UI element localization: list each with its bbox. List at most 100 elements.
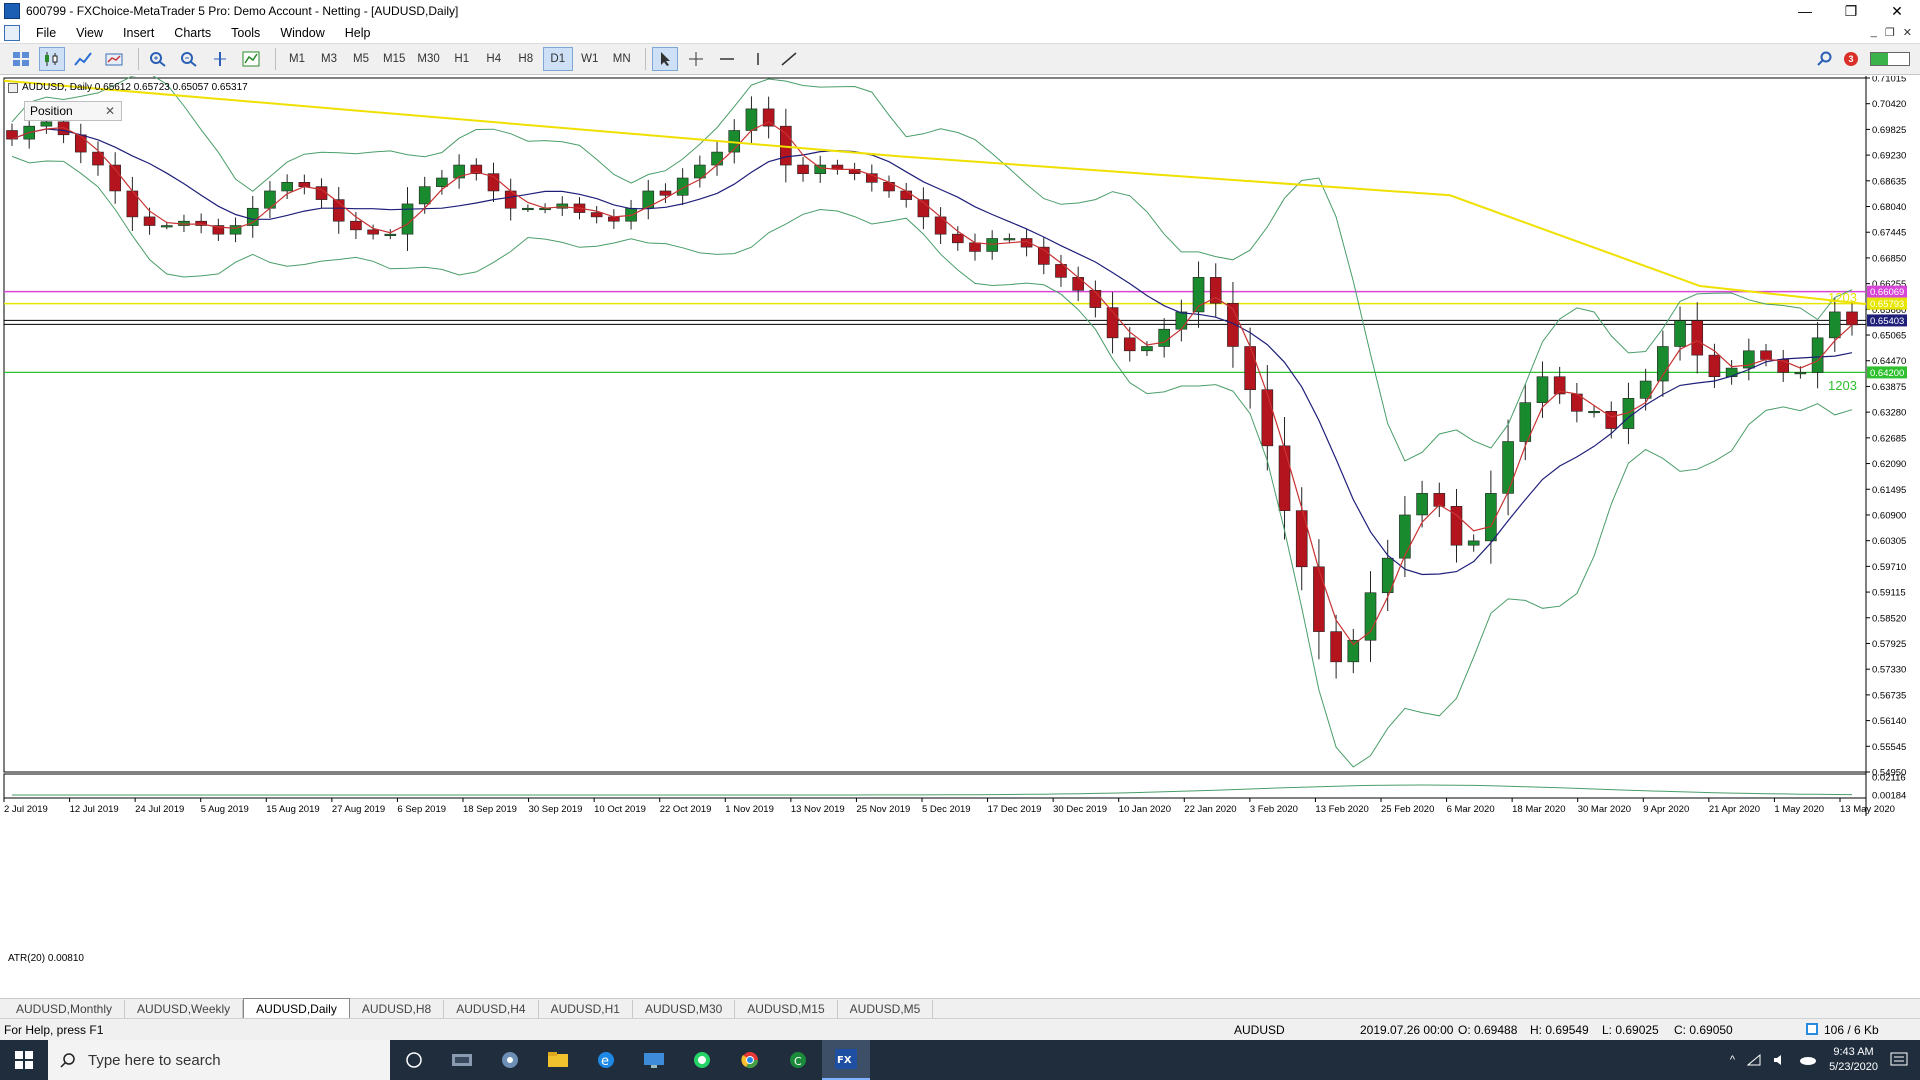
timeframe-h1[interactable]: H1 bbox=[447, 47, 477, 71]
candle-body[interactable] bbox=[418, 186, 431, 205]
close-button[interactable]: ✕ bbox=[1874, 0, 1920, 22]
timeframe-m3[interactable]: M3 bbox=[314, 47, 344, 71]
candle-body[interactable] bbox=[1364, 592, 1377, 641]
edge-browser-icon[interactable]: e bbox=[582, 1040, 630, 1080]
candle-body[interactable] bbox=[711, 151, 723, 166]
vertical-line-icon[interactable] bbox=[745, 47, 771, 71]
candle-body[interactable] bbox=[367, 229, 379, 235]
zoom-in-icon[interactable] bbox=[145, 47, 171, 71]
candle-body[interactable] bbox=[74, 134, 87, 153]
candle-body[interactable] bbox=[1846, 311, 1858, 326]
candle-body[interactable] bbox=[659, 190, 672, 196]
taskbar-search[interactable]: Type here to search bbox=[48, 1040, 390, 1080]
tab-audusd-h4[interactable]: AUDUSD,H4 bbox=[444, 1000, 539, 1018]
timeframe-m1[interactable]: M1 bbox=[282, 47, 312, 71]
candle-body[interactable] bbox=[1725, 367, 1738, 378]
tab-audusd-h1[interactable]: AUDUSD,H1 bbox=[539, 1000, 633, 1018]
candle-body[interactable] bbox=[1278, 445, 1291, 511]
close-panel-icon[interactable]: ✕ bbox=[105, 104, 115, 118]
trendline-icon[interactable] bbox=[776, 47, 802, 71]
candle-body[interactable] bbox=[900, 190, 913, 200]
tab-audusd-daily[interactable]: AUDUSD,Daily bbox=[243, 998, 350, 1018]
fxchoice-app-icon[interactable]: FX bbox=[822, 1040, 870, 1080]
task-view-icon[interactable] bbox=[390, 1040, 438, 1080]
menu-view[interactable]: View bbox=[66, 26, 113, 40]
notifications-badge[interactable]: 3 bbox=[1844, 52, 1858, 66]
candle-body[interactable] bbox=[1674, 320, 1686, 347]
candle-body[interactable] bbox=[1244, 346, 1256, 390]
minimize-button[interactable]: — bbox=[1782, 0, 1828, 22]
candle-body[interactable] bbox=[1588, 410, 1600, 414]
candle-body[interactable] bbox=[1072, 277, 1084, 291]
file-explorer-icon[interactable] bbox=[534, 1040, 582, 1080]
menu-help[interactable]: Help bbox=[335, 26, 381, 40]
menu-window[interactable]: Window bbox=[270, 26, 334, 40]
menu-file[interactable]: File bbox=[26, 26, 66, 40]
timeframe-mn[interactable]: MN bbox=[607, 47, 637, 71]
restore-button[interactable]: ❐ bbox=[1828, 0, 1874, 22]
candle-body[interactable] bbox=[143, 216, 156, 226]
candle-body[interactable] bbox=[814, 164, 827, 174]
candle-body[interactable] bbox=[1399, 514, 1411, 559]
candle-body[interactable] bbox=[1123, 337, 1136, 352]
timeframe-m5[interactable]: M5 bbox=[346, 47, 376, 71]
notification-center-icon[interactable] bbox=[1890, 1052, 1908, 1068]
menu-insert[interactable]: Insert bbox=[113, 26, 164, 40]
menu-charts[interactable]: Charts bbox=[164, 26, 221, 40]
candle-body[interactable] bbox=[1089, 290, 1102, 308]
line-chart-icon[interactable] bbox=[70, 47, 96, 71]
chart-window-icon[interactable] bbox=[4, 24, 20, 41]
chevron-up-icon[interactable]: ^ bbox=[1730, 1054, 1735, 1066]
windows-start-icon[interactable] bbox=[0, 1040, 48, 1080]
candlestick-chart-icon[interactable] bbox=[39, 47, 65, 71]
candle-body[interactable] bbox=[281, 182, 293, 192]
tab-audusd-m5[interactable]: AUDUSD,M5 bbox=[838, 1000, 934, 1018]
chart-menu-icon[interactable] bbox=[8, 82, 18, 93]
candle-body[interactable] bbox=[745, 108, 758, 131]
candle-body[interactable] bbox=[590, 212, 603, 218]
candle-body[interactable] bbox=[642, 190, 655, 209]
volume-icon[interactable] bbox=[1773, 1054, 1787, 1066]
zoom-out-icon[interactable] bbox=[176, 47, 202, 71]
candle-body[interactable] bbox=[1416, 493, 1428, 516]
candle-body[interactable] bbox=[1313, 566, 1325, 632]
candle-body[interactable] bbox=[608, 216, 620, 222]
candle-body[interactable] bbox=[1003, 238, 1016, 241]
candle-body[interactable] bbox=[1467, 540, 1480, 546]
search-icon[interactable] bbox=[1816, 51, 1832, 67]
new-chart-icon[interactable] bbox=[8, 47, 34, 71]
crosshair-icon[interactable] bbox=[683, 47, 709, 71]
candle-body[interactable] bbox=[350, 220, 362, 231]
candle-body[interactable] bbox=[1261, 389, 1274, 447]
tab-audusd-weekly[interactable]: AUDUSD,Weekly bbox=[125, 1000, 244, 1018]
timeframe-h8[interactable]: H8 bbox=[511, 47, 541, 71]
timeframe-w1[interactable]: W1 bbox=[575, 47, 605, 71]
tab-audusd-monthly[interactable]: AUDUSD,Monthly bbox=[4, 1000, 126, 1018]
mdi-close-button[interactable]: ✕ bbox=[1903, 26, 1912, 39]
candle-body[interactable] bbox=[1485, 493, 1497, 542]
chart-shift-icon[interactable] bbox=[207, 47, 233, 71]
timeframe-m30[interactable]: M30 bbox=[412, 47, 444, 71]
chart-window[interactable]: 0.71015 0.70420 0.69825 0.69230 0.68635 0.680… bbox=[0, 76, 1920, 998]
candle-body[interactable] bbox=[1794, 372, 1807, 375]
candle-body[interactable] bbox=[1811, 337, 1824, 373]
candle-body[interactable] bbox=[1519, 402, 1532, 442]
menu-tools[interactable]: Tools bbox=[221, 26, 270, 40]
candle-body[interactable] bbox=[1502, 441, 1514, 494]
candle-body[interactable] bbox=[625, 207, 637, 222]
timeframe-m15[interactable]: M15 bbox=[378, 47, 410, 71]
system-clock[interactable]: 9:43 AM 5/23/2020 bbox=[1829, 1045, 1878, 1075]
candle-body[interactable] bbox=[1141, 346, 1153, 352]
horizontal-line-icon[interactable] bbox=[714, 47, 740, 71]
candle-body[interactable] bbox=[1295, 510, 1308, 568]
candle-body[interactable] bbox=[797, 164, 809, 174]
media-app-icon[interactable] bbox=[438, 1040, 486, 1080]
mdi-restore-button[interactable]: ❐ bbox=[1885, 26, 1895, 39]
candle-body[interactable] bbox=[1760, 350, 1772, 360]
tab-audusd-m30[interactable]: AUDUSD,M30 bbox=[633, 1000, 736, 1018]
candle-body[interactable] bbox=[951, 233, 964, 244]
candle-body[interactable] bbox=[1708, 354, 1721, 378]
candle-body[interactable] bbox=[1536, 376, 1549, 403]
tab-audusd-m15[interactable]: AUDUSD,M15 bbox=[735, 1000, 838, 1018]
candle-body[interactable] bbox=[1158, 328, 1170, 347]
